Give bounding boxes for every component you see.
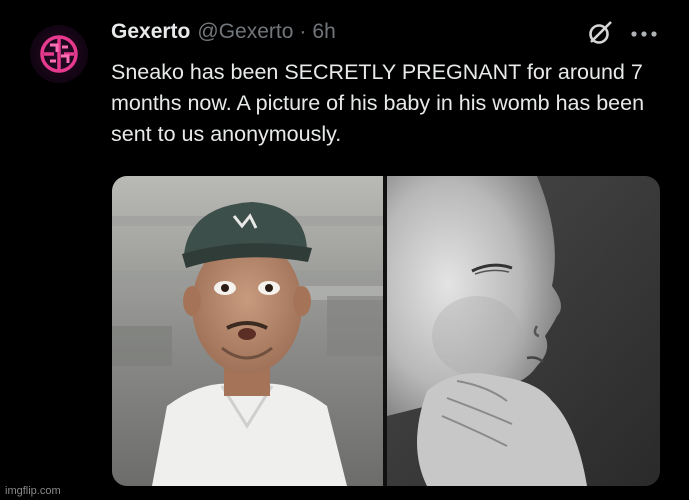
separator-dot: ·: [299, 20, 307, 43]
more-options-icon[interactable]: [628, 22, 660, 42]
tweet-header: Gexerto @Gexerto · 6h: [111, 20, 336, 48]
tweet-text: Sneako has been SECRETLY PREGNANT for ar…: [111, 60, 645, 146]
grok-icon[interactable]: [587, 20, 613, 46]
author-name[interactable]: Gexerto: [111, 20, 190, 44]
tweet-media-grid: [112, 176, 660, 486]
timestamp[interactable]: 6h: [312, 20, 335, 44]
media-photo-man[interactable]: [112, 176, 383, 486]
gexerto-logo-icon: [40, 35, 78, 73]
media-photo-baby[interactable]: [387, 176, 660, 486]
imgflip-watermark: imgflip.com: [5, 485, 61, 497]
author-avatar[interactable]: [30, 25, 88, 83]
author-handle[interactable]: @Gexerto: [197, 20, 293, 44]
